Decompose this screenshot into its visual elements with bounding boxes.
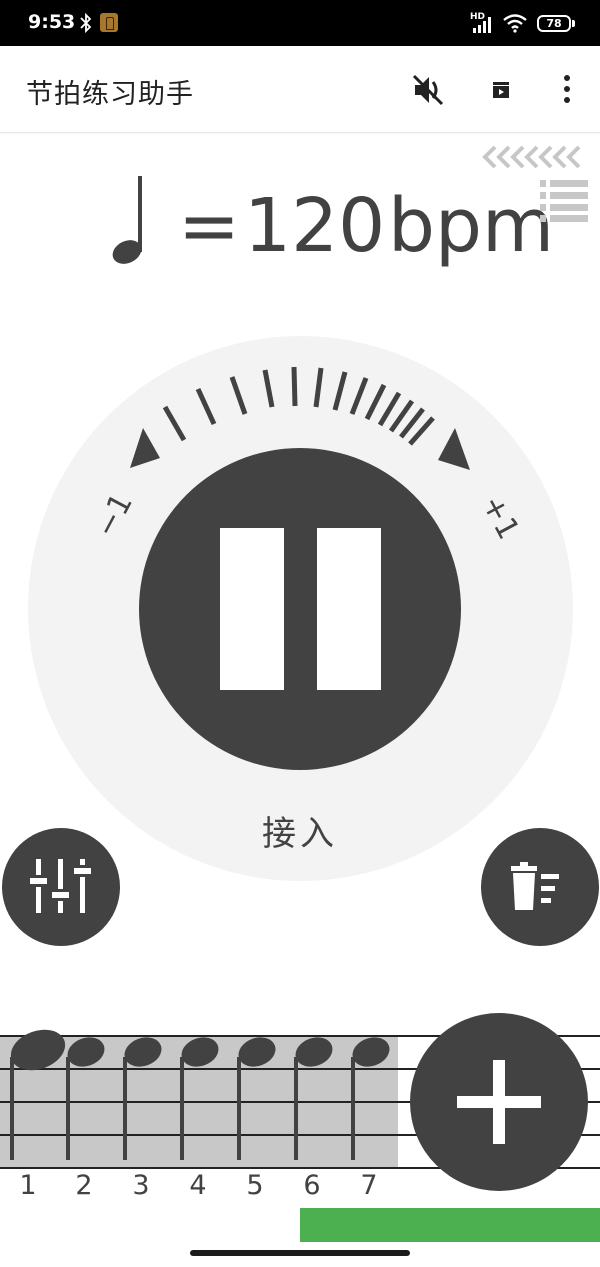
pause-icon-left-bar: [220, 528, 284, 690]
battery-icon: 78: [537, 15, 571, 32]
equalizer-icon: [30, 859, 91, 913]
battery-tip: [572, 20, 575, 27]
pause-button[interactable]: [139, 448, 461, 770]
wifi-icon: [503, 14, 527, 33]
beat-number-1: 1: [19, 1170, 37, 1201]
tempo-unit: bpm: [388, 183, 555, 269]
battery-level: 78: [546, 17, 562, 30]
list-menu-icon[interactable]: [540, 180, 588, 222]
plus-icon: [457, 1060, 541, 1144]
clapperboard-icon[interactable]: [490, 79, 512, 101]
add-beat-button[interactable]: [410, 1013, 588, 1191]
beat-number-5: 5: [246, 1170, 264, 1201]
delete-sweep-icon: [511, 862, 559, 910]
beat-number-6: 6: [303, 1170, 321, 1201]
beat-number-4: 4: [189, 1170, 207, 1201]
beat-number-2: 2: [75, 1170, 93, 1201]
beat-progress-bar: [300, 1208, 600, 1242]
signal-icon: [473, 17, 491, 33]
beat-number-3: 3: [132, 1170, 150, 1201]
app-title: 节拍练习助手: [26, 79, 194, 110]
pause-icon-right-bar: [317, 528, 381, 690]
tempo-value[interactable]: 120: [244, 186, 385, 266]
more-vert-icon[interactable]: [556, 73, 578, 107]
bluetooth-icon: [80, 12, 92, 34]
app-notification-icon: [100, 13, 118, 32]
tempo-equal-sign: =: [178, 183, 241, 269]
volume-off-icon[interactable]: [410, 72, 446, 108]
app-bar: 节拍练习助手: [0, 46, 600, 133]
quarter-note-icon: [112, 176, 142, 264]
chevrons-left-icon[interactable]: [482, 144, 588, 170]
beat-highlight-area: [0, 1036, 398, 1168]
clear-list-button[interactable]: [481, 828, 599, 946]
status-bar: 9:53 HD 78: [0, 0, 600, 46]
equalizer-settings-button[interactable]: [2, 828, 120, 946]
beat-number-7: 7: [360, 1170, 378, 1201]
gesture-nav-handle[interactable]: [190, 1250, 410, 1256]
status-time: 9:53: [28, 11, 76, 33]
